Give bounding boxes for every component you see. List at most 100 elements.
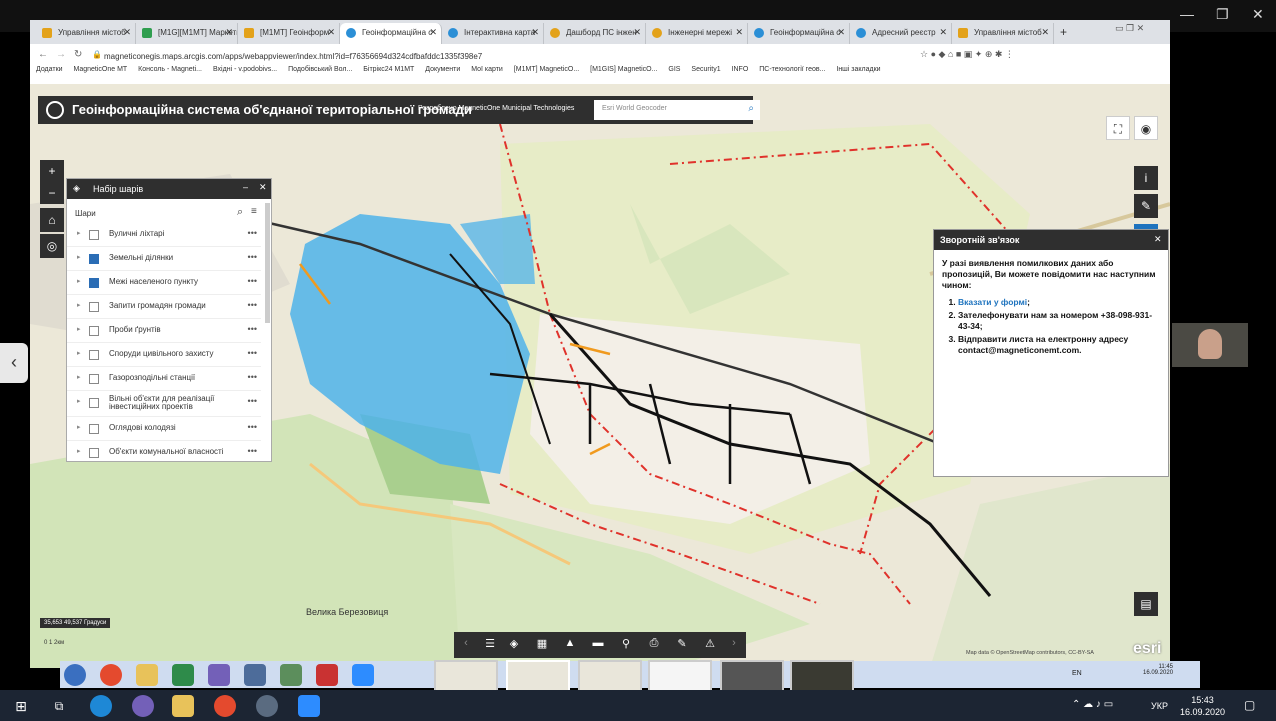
layer-item[interactable]: ▸ Газорозподільні станції ••• <box>67 367 261 391</box>
more-options-icon[interactable]: ••• <box>248 372 257 382</box>
browser-tab-active[interactable]: Геоінформаційна с ✕ <box>340 23 442 44</box>
more-options-icon[interactable]: ••• <box>248 446 257 456</box>
expand-icon[interactable]: ▸ <box>77 325 81 333</box>
layer-checkbox[interactable] <box>89 448 99 458</box>
expand-icon[interactable]: ▸ <box>77 423 81 431</box>
panel-scrollbar[interactable] <box>265 203 270 323</box>
toolbar-prev-icon[interactable]: ‹ <box>458 637 474 653</box>
task-view-icon[interactable]: ⧉ <box>48 695 70 717</box>
expand-icon[interactable]: ▸ <box>77 301 81 309</box>
back-arrow-button[interactable]: ‹ <box>0 343 28 383</box>
expand-icon[interactable]: ▸ <box>77 277 81 285</box>
extension-icons[interactable]: ☆ ● ◆ ⌂ ■ ▣ ✦ ⊕ ✱ ⋮ <box>920 49 1014 60</box>
arcgis-icon[interactable] <box>280 664 302 686</box>
basemap-gallery-icon[interactable]: ▦ <box>534 637 550 653</box>
reload-icon[interactable]: ↻ <box>74 49 82 60</box>
bookmark-item[interactable]: Вхідні - v.podobivs... <box>213 66 277 73</box>
toolbar-next-icon[interactable]: › <box>726 637 742 653</box>
expand-icon[interactable]: ▸ <box>77 373 81 381</box>
os-clock[interactable]: 15:43 16.09.2020 <box>1180 694 1225 718</box>
viber-icon[interactable] <box>132 695 154 717</box>
layer-item[interactable]: ▸ Запити громадян громади ••• <box>67 295 261 319</box>
pdf-icon[interactable] <box>316 664 338 686</box>
expand-icon[interactable]: ▸ <box>77 397 81 405</box>
layer-checkbox[interactable] <box>89 302 99 312</box>
bookmark-item[interactable]: Мої карти <box>471 66 503 73</box>
bookmark-item[interactable]: Консоль - Magneti... <box>138 66 202 73</box>
tab-close-icon[interactable]: ✕ <box>633 27 641 38</box>
browser-tab[interactable]: Управління містоб ✕ <box>36 23 136 44</box>
browser-tab[interactable]: [M1G][M1MT] Маркетинг✕ <box>136 23 238 44</box>
measure-icon[interactable]: ▬ <box>590 637 606 653</box>
layer-checkbox[interactable] <box>89 326 99 336</box>
layer-checkbox[interactable] <box>89 350 99 360</box>
layer-item[interactable]: ▸ Проби ґрунтів ••• <box>67 319 261 343</box>
viber-icon[interactable] <box>208 664 230 686</box>
close-icon[interactable]: ✕ <box>1252 6 1264 23</box>
expand-icon[interactable]: ▸ <box>77 253 81 261</box>
browser-tab[interactable]: Адресний реєстр ✕ <box>850 23 952 44</box>
minimize-panel-icon[interactable]: – <box>243 182 248 192</box>
bookmark-item[interactable]: Подобівський Вол... <box>288 66 352 73</box>
more-options-icon[interactable]: ••• <box>248 396 257 406</box>
layers-icon[interactable]: ◈ <box>506 637 522 653</box>
folder-icon[interactable] <box>136 664 158 686</box>
bookmark-item[interactable]: Документи <box>425 66 460 73</box>
tab-close-icon[interactable]: ✕ <box>1041 27 1049 38</box>
search-input[interactable]: Esri World Geocoder ⌕ <box>594 100 760 120</box>
feedback-form-link[interactable]: Вказати у формі <box>958 297 1027 307</box>
draw-icon[interactable]: ✎ <box>674 637 690 653</box>
bookmark-item[interactable]: [M1MT] MagneticO... <box>514 66 579 73</box>
layer-checkbox[interactable] <box>89 398 99 408</box>
more-options-icon[interactable]: ••• <box>248 300 257 310</box>
more-options-icon[interactable]: ••• <box>248 324 257 334</box>
windows-start-icon[interactable]: ⊞ <box>10 695 32 717</box>
layer-checkbox[interactable] <box>89 254 99 264</box>
bookmark-item[interactable]: [M1GIS] MagneticO... <box>590 66 657 73</box>
url-field[interactable]: magneticonegis.maps.arcgis.com/apps/weba… <box>104 48 884 66</box>
edit-pencil-button[interactable]: ✎ <box>1134 194 1158 218</box>
notifications-icon[interactable]: ▢ <box>1244 698 1255 712</box>
tray-icons[interactable]: ⌃ ☁ ♪ ▭ <box>1072 699 1113 710</box>
remote-language[interactable]: EN <box>1072 670 1082 677</box>
search-icon[interactable]: ⌕ <box>748 103 754 114</box>
tab-close-icon[interactable]: ✕ <box>837 27 845 38</box>
browser-tab[interactable]: Управління містоб ✕ <box>952 23 1054 44</box>
tab-close-icon[interactable]: ✕ <box>327 27 335 38</box>
bookmark-item[interactable]: GIS <box>668 66 680 73</box>
more-options-icon[interactable]: ••• <box>248 348 257 358</box>
bookmark-item[interactable]: MagneticOne MT <box>74 66 128 73</box>
zoom-out-button[interactable]: − <box>40 182 64 204</box>
layer-checkbox[interactable] <box>89 230 99 240</box>
eye-icon[interactable]: ◉ <box>1134 116 1158 140</box>
chrome-icon[interactable] <box>100 664 122 686</box>
nav-back-icon[interactable]: ← <box>38 49 48 60</box>
bookmark-item[interactable]: Додатки <box>36 66 63 73</box>
chrome-icon[interactable] <box>214 695 236 717</box>
legend-icon[interactable]: ☰ <box>482 637 498 653</box>
tab-close-icon[interactable]: ✕ <box>123 27 131 38</box>
app-icon[interactable] <box>256 695 278 717</box>
browser-tab[interactable]: Геоінформаційна с ✕ <box>748 23 850 44</box>
tab-close-icon[interactable]: ✕ <box>735 27 743 38</box>
layer-item[interactable]: ▸ Межі населеного пункту ••• <box>67 271 261 295</box>
tab-close-icon[interactable]: ✕ <box>225 27 233 38</box>
browser-tab[interactable]: Дашборд ПС інжен ✕ <box>544 23 646 44</box>
minimize-icon[interactable]: — <box>1180 6 1194 22</box>
bookmark-item[interactable]: Security1 <box>691 66 720 73</box>
zoom-icon[interactable] <box>352 664 374 686</box>
map-view[interactable]: Геоінформаційна система об'єднаної терит… <box>30 84 1170 668</box>
layer-checkbox[interactable] <box>89 278 99 288</box>
folder-icon[interactable] <box>172 695 194 717</box>
expand-icon[interactable]: ▸ <box>77 447 81 455</box>
tab-close-icon[interactable]: ✕ <box>429 27 437 38</box>
browser-tab[interactable]: [M1MT] Геоінформ ✕ <box>238 23 340 44</box>
browser-tab[interactable]: Інженерні мережі ✕ <box>646 23 748 44</box>
more-options-icon[interactable]: ••• <box>248 422 257 432</box>
locate-button[interactable]: ◎ <box>40 234 64 258</box>
home-button[interactable]: ⌂ <box>40 208 64 232</box>
layer-item[interactable]: ▸ Споруди цивільного захисту ••• <box>67 343 261 367</box>
bookmark-item[interactable]: ПС-технології геов... <box>759 66 825 73</box>
print-icon[interactable]: ⎙ <box>646 637 662 653</box>
table-button[interactable]: ▤ <box>1134 592 1158 616</box>
